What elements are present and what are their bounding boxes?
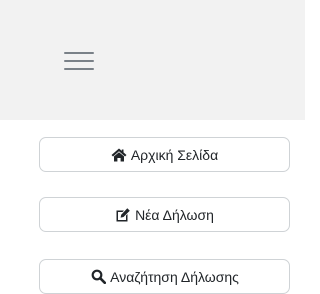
nav-menu: Αρχική Σελίδα Νέα Δήλωση Αναζήτηση Δήλωσ… xyxy=(0,120,305,294)
home-button[interactable]: Αρχική Σελίδα xyxy=(39,137,290,172)
top-navbar xyxy=(0,0,305,120)
home-icon xyxy=(111,147,127,163)
edit-icon xyxy=(115,207,131,223)
new-declaration-label: Νέα Δήλωση xyxy=(135,206,214,223)
hamburger-icon[interactable] xyxy=(64,50,94,72)
search-declaration-button[interactable]: Αναζήτηση Δήλωσης xyxy=(39,259,290,294)
search-declaration-label: Αναζήτηση Δήλωσης xyxy=(110,268,239,285)
search-icon xyxy=(90,269,106,285)
new-declaration-button[interactable]: Νέα Δήλωση xyxy=(39,197,290,232)
home-button-label: Αρχική Σελίδα xyxy=(130,146,219,163)
